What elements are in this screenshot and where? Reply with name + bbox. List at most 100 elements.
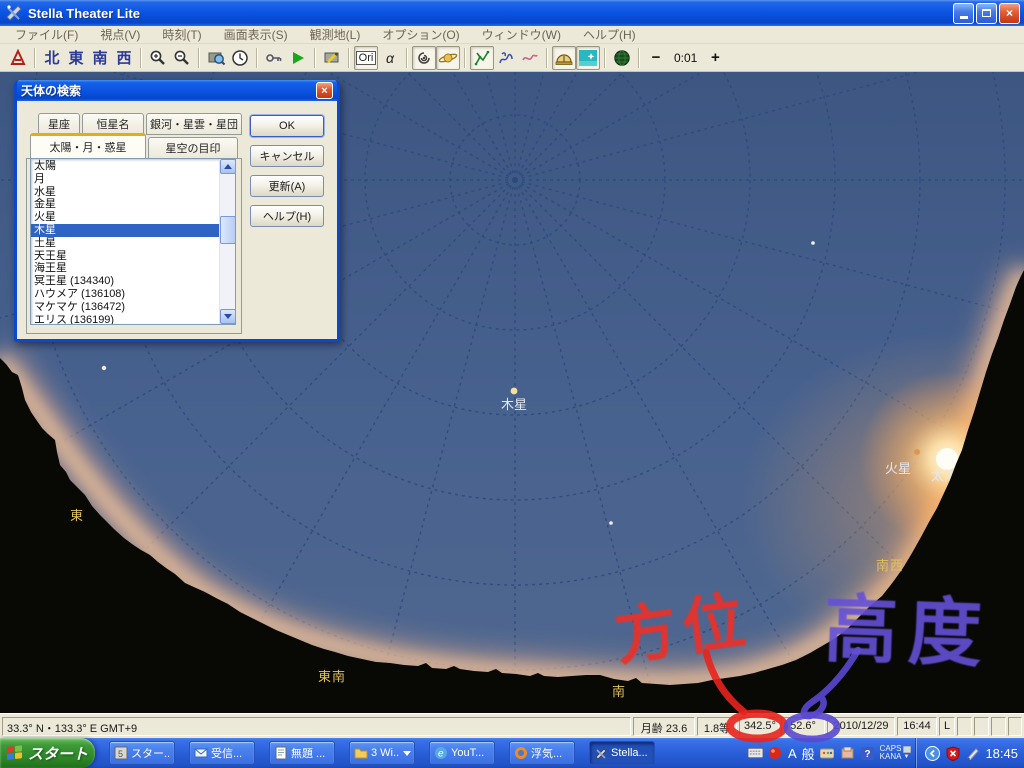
scroll-thumb[interactable] <box>220 216 236 244</box>
menu-help[interactable]: ヘルプ(H) <box>572 26 647 43</box>
list-scrollbar[interactable] <box>219 159 236 324</box>
ime-pad-icon[interactable] <box>840 746 855 761</box>
mail-icon <box>193 746 208 761</box>
zoom-in-icon[interactable] <box>146 46 170 70</box>
face-south-button[interactable]: 南 <box>88 46 112 70</box>
menu-location[interactable]: 観測地(L) <box>299 26 372 43</box>
update-button[interactable]: 更新(A) <box>250 175 324 197</box>
constellation-boundary-icon[interactable] <box>518 46 542 70</box>
list-item[interactable]: ハウメア (136108) <box>31 288 219 301</box>
minimize-button[interactable] <box>953 2 974 24</box>
jupiter-dot[interactable] <box>510 387 518 395</box>
status-moon-age: 月齢 23.6 <box>633 716 695 736</box>
taskbar-task-2[interactable]: 受信... <box>189 741 255 765</box>
planet-icon[interactable] <box>436 45 460 70</box>
taskbar-task-1[interactable]: 5 スター... <box>109 741 175 765</box>
star-name-button[interactable]: α <box>378 46 402 70</box>
keyboard-icon[interactable] <box>747 746 763 761</box>
tab-sky-marks[interactable]: 星空の目印 <box>148 137 238 159</box>
browser-icon: e <box>433 746 448 761</box>
start-button[interactable]: スタート <box>0 738 95 768</box>
hide-icons-icon[interactable] <box>925 745 941 761</box>
taskbar-task-6[interactable]: 浮気... <box>509 741 575 765</box>
tab-deep-sky[interactable]: 銀河・星雲・星団 <box>146 113 242 135</box>
galaxy-icon[interactable] <box>412 45 436 70</box>
list-item-selected[interactable]: 木星 <box>31 223 219 237</box>
ime-tools-icon[interactable] <box>820 746 835 761</box>
menu-view[interactable]: 視点(V) <box>89 26 151 43</box>
ime-help-icon[interactable]: ? <box>860 746 875 761</box>
taskbar-task-3[interactable]: 無題 ... <box>269 741 335 765</box>
firefox-icon <box>513 746 528 761</box>
draw-settings-icon[interactable] <box>320 46 344 70</box>
sun-disc <box>936 448 958 470</box>
security-shield-icon[interactable] <box>945 745 960 761</box>
time-link-icon[interactable] <box>262 46 286 70</box>
scroll-down-icon[interactable] <box>220 309 236 324</box>
list-item[interactable]: 土星 <box>31 237 219 250</box>
constellation-art-icon[interactable] <box>494 46 518 70</box>
list-item[interactable]: マケマケ (136472) <box>31 301 219 314</box>
menu-file[interactable]: ファイル(F) <box>4 26 89 43</box>
constellation-abbrev-button[interactable]: Ori <box>354 45 378 70</box>
pen-tablet-icon[interactable] <box>965 746 980 761</box>
dialog-close-button[interactable]: × <box>316 82 333 99</box>
taskbar: スタート 5 スター... 受信... 無題 ... 3 Wi... e You… <box>0 738 1024 768</box>
taskbar-task-5[interactable]: e YouT... <box>429 741 495 765</box>
face-east-button[interactable]: 東 <box>64 46 88 70</box>
time-step-decrease-button[interactable]: − <box>644 46 668 70</box>
tab-constellation[interactable]: 星座 <box>38 113 80 135</box>
clock-icon[interactable] <box>228 46 252 70</box>
list-item[interactable]: 海王星 <box>31 262 219 275</box>
taskbar-task-group[interactable]: 3 Wi... <box>349 741 415 765</box>
tab-sun-moon-planets[interactable]: 太陽・月・惑星 <box>30 133 146 159</box>
direction-label-east: 東 <box>70 508 85 523</box>
observation-site-icon[interactable] <box>6 46 30 70</box>
system-tray: A 般 ? CAPS KANA ▼ 18:45 <box>747 738 1024 768</box>
direction-label-southwest: 南西 <box>876 558 905 573</box>
face-north-button[interactable]: 北 <box>40 46 64 70</box>
zoom-out-icon[interactable] <box>170 46 194 70</box>
list-item[interactable]: 太陽 <box>31 160 219 173</box>
list-item[interactable]: 火星 <box>31 211 219 224</box>
sky-map[interactable]: 木星 火星 太陽 東 東南 南 南西 天体の検索 × 星座 恒星名 銀河・星雲・… <box>0 0 1024 768</box>
ime-caps-kana[interactable]: CAPS KANA ▼ <box>880 745 912 761</box>
taskbar-clock[interactable]: 18:45 <box>985 746 1018 761</box>
list-item[interactable]: 金星 <box>31 198 219 211</box>
list-item[interactable]: 天王星 <box>31 250 219 263</box>
restore-button[interactable] <box>976 2 997 24</box>
face-west-button[interactable]: 西 <box>112 46 136 70</box>
dialog-title-bar[interactable]: 天体の検索 × <box>17 80 337 101</box>
status-date: 2010/12/29 <box>827 716 895 736</box>
twilight-sky-icon[interactable] <box>576 45 600 70</box>
ime-conversion-mode[interactable]: 般 <box>802 744 815 763</box>
menu-options[interactable]: オプション(O) <box>371 26 470 43</box>
direction-label-south: 南 <box>612 684 627 699</box>
help-button[interactable]: ヘルプ(H) <box>250 205 324 227</box>
cancel-button[interactable]: キャンセル <box>250 145 324 167</box>
play-animation-icon[interactable] <box>286 46 310 70</box>
ime-input-mode[interactable]: A <box>788 746 797 761</box>
close-button[interactable]: × <box>999 2 1020 24</box>
list-item[interactable]: 冥王星 (134340) <box>31 275 219 288</box>
ok-button[interactable]: OK <box>250 115 324 137</box>
list-item[interactable]: エリス (136199) <box>31 314 219 324</box>
time-step-increase-button[interactable]: + <box>703 46 727 70</box>
list-item[interactable]: 月 <box>31 173 219 186</box>
menu-time[interactable]: 時刻(T) <box>151 26 212 43</box>
taskbar-task-stella[interactable]: Stella... <box>589 741 655 765</box>
menu-display[interactable]: 画面表示(S) <box>213 26 299 43</box>
globe-icon[interactable] <box>610 46 634 70</box>
status-empty-cell <box>1008 716 1022 736</box>
search-object-icon[interactable] <box>204 46 228 70</box>
list-item[interactable]: 水星 <box>31 186 219 199</box>
scroll-track[interactable] <box>220 174 236 309</box>
mars-dot[interactable] <box>914 449 920 455</box>
ime-ball-icon[interactable] <box>768 746 783 761</box>
object-listbox[interactable]: 太陽 月 水星 金星 火星 木星 土星 天王星 海王星 冥王星 (134340)… <box>30 158 236 325</box>
scroll-up-icon[interactable] <box>220 159 236 174</box>
menu-window[interactable]: ウィンドウ(W) <box>471 26 572 43</box>
tab-star-name[interactable]: 恒星名 <box>82 113 144 135</box>
horizon-panorama-icon[interactable] <box>552 45 576 70</box>
constellation-lines-icon[interactable] <box>470 45 494 70</box>
